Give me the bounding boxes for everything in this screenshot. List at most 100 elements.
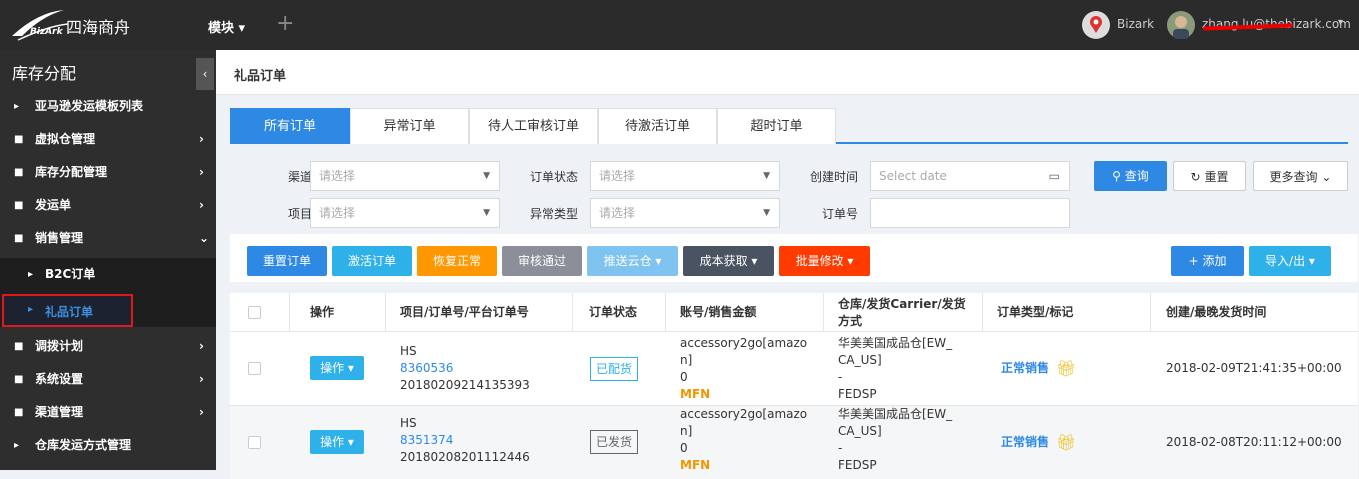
sidebar-item-inventory-allocation[interactable]: ■ 库存分配管理 ›: [0, 156, 216, 189]
project-select[interactable]: 请选择 ▼: [310, 198, 500, 228]
more-search-label: 更多查询: [1269, 170, 1318, 184]
sidebar-collapse-button[interactable]: ‹: [196, 58, 214, 90]
warehouse-line: 华美美国成品仓[EW_: [838, 407, 953, 421]
reset-order-button[interactable]: 重置订单: [247, 246, 327, 276]
channel-label: 渠道: [287, 170, 312, 184]
folder-icon: ■: [14, 167, 24, 178]
exception-type-select[interactable]: 请选择 ▼: [590, 198, 780, 228]
reset-button[interactable]: ↻ 重置: [1173, 161, 1246, 191]
sidebar-item-label: 亚马逊发运模板列表: [35, 99, 144, 113]
cost-fetch-button[interactable]: 成本获取 ▾: [683, 246, 774, 276]
folder-icon: ■: [14, 233, 24, 244]
order-number-link[interactable]: 8351374: [400, 432, 530, 449]
tab-exception-orders[interactable]: 异常订单: [350, 108, 469, 144]
user1-name[interactable]: Bizark: [1117, 17, 1154, 31]
chevron-right-icon: ›: [199, 132, 204, 146]
tab-all-orders[interactable]: 所有订单: [230, 108, 350, 144]
tab-manual-review-orders[interactable]: 待人工审核订单: [469, 108, 598, 144]
created-time: 2018-02-09T21:41:35+00:00: [1166, 361, 1342, 375]
approve-button[interactable]: 审核通过: [502, 246, 582, 276]
chevron-right-icon: ›: [199, 198, 204, 212]
caret-right-icon: ▸: [28, 269, 34, 280]
caret-down-icon: ▼: [763, 171, 770, 181]
main-content: 礼品订单 所有订单 异常订单 待人工审核订单 待激活订单 超时订单 渠道 请选择…: [216, 50, 1359, 479]
ship-method: FEDSP: [838, 458, 877, 472]
account-line: n]: [680, 424, 693, 438]
account-cell: accessory2go[amazo n] 0 MFN: [680, 406, 807, 474]
page-header: 礼品订单: [216, 50, 1359, 95]
exception-placeholder: 请选择: [599, 206, 636, 220]
sidebar-item-label: 调拨计划: [35, 339, 84, 353]
account-line: accessory2go[amazo: [680, 407, 808, 421]
header-action: 操作: [310, 305, 335, 319]
map-pin-icon: [1090, 16, 1102, 33]
sidebar-item-gift-orders[interactable]: ▸ 礼品订单: [2, 294, 133, 327]
caret-down-icon[interactable]: ▾: [1338, 17, 1343, 28]
push-cloud-warehouse-button[interactable]: 推送云仓 ▾: [587, 246, 678, 276]
folder-icon: ■: [14, 374, 24, 385]
orders-table: 操作 项目/订单号/平台订单号 订单状态 账号/销售金额 仓库/发货Carrie…: [230, 293, 1358, 479]
user-avatar[interactable]: [1167, 11, 1195, 39]
import-export-button[interactable]: 导入/出 ▾: [1249, 246, 1331, 276]
table-row: 操作 ▾ HS 8351374 20180208201112446 已发货 ac…: [230, 405, 1358, 479]
sidebar-item-sales[interactable]: ■ 销售管理 ⌄: [0, 222, 216, 255]
search-button[interactable]: ⚲ 查询: [1094, 161, 1167, 191]
sidebar: 库存分配 ‹ ▸ 亚马逊发运模板列表 ■ 虚拟仓管理 › ■ 库存分配管理 › …: [0, 50, 216, 470]
sidebar-item-transfer-plan[interactable]: ■ 调拨计划 ›: [0, 330, 216, 363]
sidebar-item-warehouse-shipping[interactable]: ▸ 仓库发运方式管理: [0, 429, 216, 462]
tab-timeout-orders[interactable]: 超时订单: [717, 108, 836, 144]
more-search-button[interactable]: 更多查询 ⌄: [1253, 161, 1348, 191]
status-placeholder: 请选择: [599, 169, 636, 183]
row-checkbox[interactable]: [248, 362, 261, 375]
page-title: 礼品订单: [234, 69, 287, 84]
sales-amount: 0: [680, 370, 688, 384]
restore-normal-button[interactable]: 恢复正常: [417, 246, 497, 276]
avatar[interactable]: [1082, 11, 1110, 39]
status-select[interactable]: 请选择 ▼: [590, 161, 780, 191]
activate-order-button[interactable]: 激活订单: [332, 246, 412, 276]
gift-icon: 🎁︎: [1056, 433, 1077, 452]
sidebar-item-virtual-warehouse[interactable]: ■ 虚拟仓管理 ›: [0, 123, 216, 156]
caret-right-icon: ▸: [14, 440, 20, 451]
header-warehouse-carrier: 仓库/发货Carrier/发货方式: [838, 297, 966, 328]
channel-select[interactable]: 请选择 ▼: [310, 161, 500, 191]
sidebar-item-label: 销售管理: [35, 231, 84, 245]
action-toolbar: 重置订单 激活订单 恢复正常 审核通过 推送云仓 ▾ 成本获取 ▾ 批量修改 ▾…: [230, 234, 1358, 282]
batch-edit-button[interactable]: 批量修改 ▾: [779, 246, 870, 276]
carrier: -: [838, 441, 843, 455]
sidebar-item-system-settings[interactable]: ■ 系统设置 ›: [0, 363, 216, 396]
folder-icon: ■: [14, 134, 24, 145]
tab-pending-activation-orders[interactable]: 待激活订单: [598, 108, 717, 144]
date-picker[interactable]: Select date ▭: [870, 161, 1070, 191]
sidebar-item-shipments[interactable]: ■ 发运单 ›: [0, 189, 216, 222]
module-menu[interactable]: 模块 ▾: [208, 17, 245, 36]
sidebar-item-channel-management[interactable]: ■ 渠道管理 ›: [0, 396, 216, 429]
order-no-label: 订单号: [821, 207, 858, 221]
logo-text: 四海商舟: [66, 18, 131, 37]
row-checkbox[interactable]: [248, 436, 261, 449]
sidebar-item-amazon-template[interactable]: ▸ 亚马逊发运模板列表: [0, 90, 216, 123]
status-badge: 已配货: [590, 357, 639, 381]
gift-icon: 🎁︎: [1056, 359, 1077, 378]
sidebar-item-label: 库存分配管理: [35, 165, 108, 179]
add-tab-button[interactable]: +: [276, 11, 294, 36]
row-action-label: 操作: [320, 435, 345, 449]
sidebar-item-b2c-orders[interactable]: ▸ B2C订单: [0, 258, 216, 291]
row-action-button[interactable]: 操作 ▾: [310, 356, 364, 380]
fulfillment-type: MFN: [680, 458, 711, 472]
platform-order-number: 20180208201112446: [400, 450, 530, 464]
batch-edit-label: 批量修改: [795, 254, 844, 268]
import-export-label: 导入/出: [1265, 254, 1306, 268]
project-cell: HS 8360536 20180209214135393: [400, 343, 530, 394]
reset-button-label: 重置: [1204, 170, 1229, 184]
caret-right-icon: ▸: [28, 304, 34, 315]
select-all-checkbox[interactable]: [248, 306, 261, 319]
caret-down-icon: ▼: [763, 208, 770, 218]
add-button[interactable]: + 添加: [1171, 246, 1244, 276]
order-number-link[interactable]: 8360536: [400, 360, 530, 377]
row-action-button[interactable]: 操作 ▾: [310, 430, 364, 454]
chevron-right-icon: ›: [199, 372, 204, 386]
order-no-input[interactable]: [870, 198, 1070, 228]
header-account-amount: 账号/销售金额: [680, 305, 757, 319]
sidebar-item-label: 系统设置: [35, 372, 84, 386]
